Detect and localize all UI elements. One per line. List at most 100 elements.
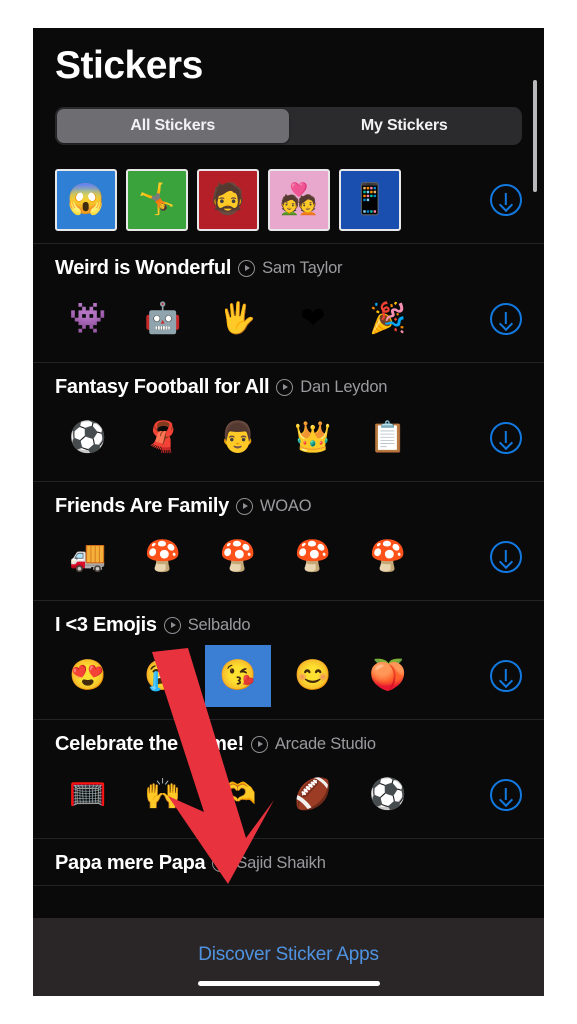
sticker-mushroom-pair[interactable]: 🍄 <box>130 526 196 588</box>
sticker-smiling-emoji[interactable]: 😊 <box>280 645 346 707</box>
pack-title: I <3 Emojis <box>55 613 157 636</box>
sticker-bearded-man[interactable]: 🧔 <box>197 168 259 231</box>
play-icon[interactable] <box>276 378 294 396</box>
sticker-hand-wave[interactable]: 🖐 <box>205 288 271 350</box>
home-indicator <box>197 981 380 986</box>
pack-body: ⚽ 🧣 👨 👑 📋 <box>55 399 522 481</box>
sticker-pack-row[interactable]: Celebrate the Game! Arcade Studio 🥅 🙌 🫶 🏈 ⚽ <box>33 720 544 839</box>
tab-all-stickers[interactable]: All Stickers <box>57 108 289 143</box>
sticker-thumbnail-strip[interactable]: 🥅 🙌 🫶 🏈 ⚽ <box>55 764 478 826</box>
download-icon[interactable] <box>490 540 522 573</box>
sticker-heart-eyes-cloud[interactable]: 😍 <box>55 645 121 707</box>
sticker-mask-face[interactable]: 😱 <box>55 168 117 231</box>
download-icon[interactable] <box>490 421 522 454</box>
sticker-thumbnail-strip[interactable]: ⚽ 🧣 👨 👑 📋 <box>55 407 478 469</box>
pack-body: 🥅 🙌 🫶 🏈 ⚽ <box>55 756 522 838</box>
sticker-pack-row[interactable]: Weird is Wonderful Sam Taylor 👾 🤖 🖐 ❤ 🎉 <box>33 244 544 363</box>
sticker-art: 👑 <box>294 420 332 454</box>
sticker-art: ⚽ <box>69 420 107 454</box>
pack-author: Selbaldo <box>187 615 251 634</box>
sticker-art: 🍑 <box>369 658 407 692</box>
sticker-running-ball[interactable]: ⚽ <box>355 764 421 826</box>
sticker-art: 😍 <box>69 658 107 692</box>
pack-author: Dan Leydon <box>300 377 388 396</box>
sticker-confetti-heart[interactable]: ❤ <box>280 288 346 350</box>
sticker-crying-emoji[interactable]: 😭 <box>130 645 196 707</box>
download-icon[interactable] <box>490 302 522 335</box>
pack-title: Celebrate the Game! <box>55 732 244 755</box>
sticker-pack-row[interactable]: 😱 🤸 🧔 💑 📱 <box>33 155 544 244</box>
pack-body: 👾 🤖 🖐 ❤ 🎉 <box>55 280 522 362</box>
sticker-pack-row[interactable]: Fantasy Football for All Dan Leydon ⚽ 🧣 👨 👑 📋 <box>33 363 544 482</box>
pack-title: Weird is Wonderful <box>55 256 232 279</box>
sticker-fan-cheering[interactable]: 🙌 <box>130 764 196 826</box>
sticker-mushroom-group[interactable]: 🍄 <box>205 526 271 588</box>
header: Stickers <box>33 28 544 87</box>
sticker-art: 📋 <box>369 420 407 454</box>
sticker-thumbnail-strip[interactable]: 🚚 🍄 🍄 🍄 🍄 <box>55 526 478 588</box>
sticker-thumbnail-strip[interactable]: 😱 🤸 🧔 💑 📱 <box>55 168 478 231</box>
segmented-control[interactable]: All Stickers My Stickers <box>55 106 522 145</box>
sticker-truck-cab[interactable]: 🚚 <box>55 526 121 588</box>
pack-header: Weird is Wonderful Sam Taylor <box>55 244 522 280</box>
sticker-pack-row[interactable]: Papa mere Papa Sajid Shaikh <box>33 839 544 886</box>
sticker-red-suit-phone[interactable]: 📱 <box>339 168 401 231</box>
play-icon[interactable] <box>250 735 268 753</box>
pack-header: Friends Are Family WOAO <box>55 482 522 518</box>
sticker-fan-scarf[interactable]: 🧣 <box>130 407 196 469</box>
sticker-pack-row[interactable]: Friends Are Family WOAO 🚚 🍄 🍄 🍄 🍄 <box>33 482 544 601</box>
pack-author: Arcade Studio <box>274 734 376 753</box>
sticker-pack-row[interactable]: I <3 Emojis Selbaldo 😍 😭 😘 😊 🍑 <box>33 601 544 720</box>
sticker-art: 👨 <box>219 420 257 454</box>
pack-header: Celebrate the Game! Arcade Studio <box>55 720 522 756</box>
sticker-art: 🥅 <box>69 777 107 811</box>
sticker-blob-creature[interactable]: 👾 <box>55 288 121 350</box>
sticker-crowned-player[interactable]: 👑 <box>280 407 346 469</box>
sticker-football-heart[interactable]: ⚽ <box>55 407 121 469</box>
sticker-pack-list[interactable]: 😱 🤸 🧔 💑 📱 Weird is Wonderful Sam Taylor 👾 🤖 🖐 ❤ 🎉 Fa… <box>33 155 544 996</box>
download-icon[interactable] <box>490 659 522 692</box>
sticker-heart-hands[interactable]: 🫶 <box>205 764 271 826</box>
sticker-art: 🍄 <box>144 539 182 573</box>
sticker-art: ❤ <box>300 301 326 335</box>
sticker-art: 🍄 <box>294 539 332 573</box>
download-icon[interactable] <box>490 778 522 811</box>
sticker-art: 😘 <box>219 658 257 692</box>
sticker-robot[interactable]: 🤖 <box>130 288 196 350</box>
sticker-fan-sign[interactable]: 📋 <box>355 407 421 469</box>
scrollbar-track[interactable] <box>530 80 540 870</box>
sticker-art: 👾 <box>69 301 107 335</box>
discover-sticker-apps-link[interactable]: Discover Sticker Apps <box>198 944 379 966</box>
sticker-mushroom-angry[interactable]: 🍄 <box>280 526 346 588</box>
sticker-mushroom-hug[interactable]: 🍄 <box>355 526 421 588</box>
sticker-player-blue[interactable]: 👨 <box>205 407 271 469</box>
sticker-red-suit-jump[interactable]: 🤸 <box>126 168 188 231</box>
sticker-party-creature[interactable]: 🎉 <box>355 288 421 350</box>
sticker-art: 🧣 <box>144 420 182 454</box>
pack-title: Friends Are Family <box>55 494 229 517</box>
play-icon[interactable] <box>163 616 181 634</box>
sticker-player-purple[interactable]: 🏈 <box>280 764 346 826</box>
sticker-goalpost[interactable]: 🥅 <box>55 764 121 826</box>
pack-title: Fantasy Football for All <box>55 375 270 398</box>
download-icon[interactable] <box>490 183 522 216</box>
sticker-couple[interactable]: 💑 <box>268 168 330 231</box>
page-title: Stickers <box>55 44 203 87</box>
play-icon[interactable] <box>238 259 256 277</box>
scrollbar-thumb[interactable] <box>533 80 537 192</box>
pack-header: Fantasy Football for All Dan Leydon <box>55 363 522 399</box>
pack-header: I <3 Emojis Selbaldo <box>55 601 522 637</box>
pack-author: Sam Taylor <box>262 258 343 277</box>
sticker-kissing-emoji[interactable]: 😘 <box>205 644 271 707</box>
play-icon[interactable] <box>235 497 253 515</box>
sticker-eggplant-peach[interactable]: 🍑 <box>355 645 421 707</box>
sticker-art: 🚚 <box>69 539 107 573</box>
sticker-art: 📱 <box>351 182 389 216</box>
tab-my-stickers[interactable]: My Stickers <box>289 109 521 143</box>
sticker-thumbnail-strip[interactable]: 👾 🤖 🖐 ❤ 🎉 <box>55 288 478 350</box>
sticker-art: 💑 <box>280 182 318 216</box>
phone-screen: Stickers All Stickers My Stickers 😱 🤸 🧔 💑 📱 W… <box>33 28 544 996</box>
play-icon[interactable] <box>212 854 230 872</box>
sticker-art: 😊 <box>294 658 332 692</box>
sticker-thumbnail-strip[interactable]: 😍 😭 😘 😊 🍑 <box>55 644 478 707</box>
